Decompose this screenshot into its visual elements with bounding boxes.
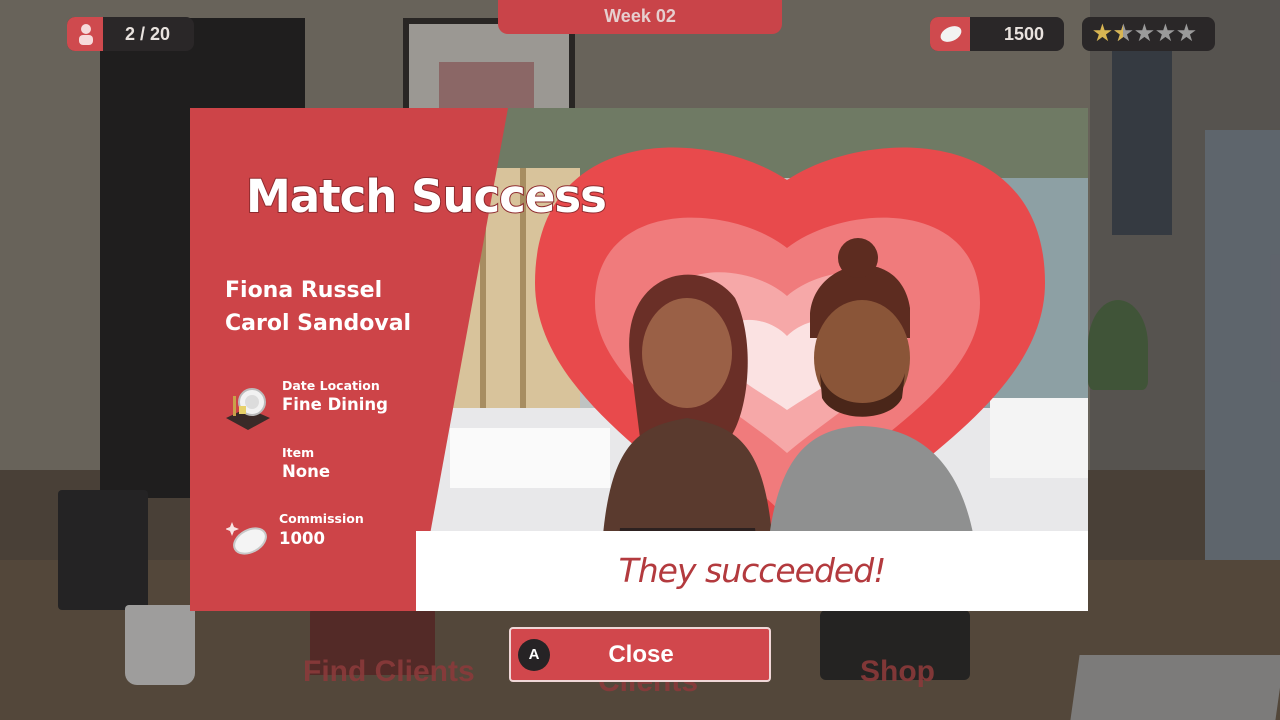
dining-plate-icon <box>222 382 272 432</box>
star-icon: ★ <box>1135 22 1154 45</box>
match-result-dialog: Match Success Fiona Russel Carol Sandova… <box>190 108 1088 611</box>
rating-stars: ★ ★ ★ ★ ★ ★ <box>1082 17 1215 51</box>
coin-icon <box>930 17 970 51</box>
item-label: Item <box>282 445 315 460</box>
clients-counter: 2 / 20 <box>67 17 194 51</box>
item-value: None <box>282 462 331 481</box>
client-b-name: Carol Sandoval <box>225 311 412 336</box>
star-icon: ★ <box>1177 22 1196 45</box>
a-button-hint-icon: A <box>518 639 550 671</box>
commission-label: Commission <box>279 511 364 526</box>
nav-find-clients[interactable]: Find Clients <box>303 655 475 689</box>
star-half-icon: ★ <box>1114 20 1123 48</box>
star-icon: ★ <box>1156 22 1175 45</box>
date-location-value: Fine Dining <box>282 395 388 414</box>
close-button[interactable]: Close A <box>509 627 771 682</box>
result-banner: They succeeded! <box>416 531 1088 611</box>
nav-shop[interactable]: Shop <box>860 655 935 689</box>
dialog-title: Match Success <box>245 169 608 224</box>
close-button-label: Close <box>608 641 674 668</box>
date-location-label: Date Location <box>282 378 380 393</box>
coins-counter: 1500 <box>930 17 1064 51</box>
client-a-name: Fiona Russel <box>225 278 383 303</box>
clients-count: 2 / 20 <box>125 24 171 44</box>
coin-icon <box>225 518 271 558</box>
commission-value: 1000 <box>279 529 325 548</box>
coins-amount: 1500 <box>1003 24 1044 44</box>
result-message: They succeeded! <box>618 551 887 590</box>
week-indicator: Week 02 <box>498 0 782 34</box>
star-icon: ★ <box>1093 22 1112 45</box>
person-icon <box>67 17 103 51</box>
